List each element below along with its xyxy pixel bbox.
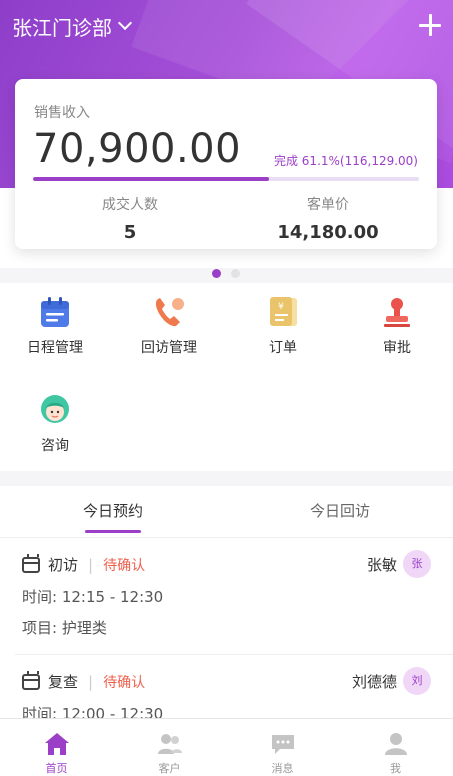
menu-item-label: 订单	[269, 340, 297, 356]
stat-deals: 成交人数 5	[35, 194, 225, 243]
nav-label: 我	[390, 762, 401, 775]
separator: |	[88, 672, 94, 691]
stat-value: 14,180.00	[277, 222, 379, 243]
status-badge: 待确认	[103, 557, 146, 574]
order-icon: ¥	[266, 295, 300, 329]
carousel-indicator	[212, 269, 240, 278]
phone-icon	[152, 295, 186, 329]
avatar: 张	[403, 550, 431, 578]
appointment-header: 复查 | 待确认	[22, 670, 146, 692]
sales-label: 销售收入	[34, 105, 90, 121]
carousel-dot[interactable]	[212, 269, 221, 278]
nav-messages[interactable]: 消息	[226, 732, 339, 776]
chevron-down-icon	[117, 15, 133, 31]
profile-icon	[383, 732, 409, 756]
appointment-panel: 今日预约 今日回访 初访 | 待确认 张敏 张 时间: 12:15 - 12:3…	[0, 486, 453, 718]
calendar-icon	[38, 295, 72, 329]
add-icon[interactable]	[419, 14, 441, 36]
home-icon	[44, 732, 70, 756]
bottom-nav: 首页 客户 消息 我	[0, 718, 453, 776]
tab-today-appointments[interactable]: 今日预约	[0, 500, 226, 533]
consultant-icon	[38, 393, 72, 427]
menu-item-label: 日程管理	[27, 340, 83, 356]
avatar: 刘	[403, 667, 431, 695]
tab-underline	[85, 530, 141, 533]
stat-label: 客单价	[307, 197, 349, 213]
message-icon	[270, 732, 296, 756]
svg-text:¥: ¥	[278, 302, 284, 312]
separator: |	[88, 555, 94, 574]
menu-item-label: 咨询	[41, 438, 69, 454]
feature-menu: 日程管理 回访管理 ¥ 订单 审批 咨询	[0, 283, 453, 471]
calendar-icon	[22, 670, 40, 690]
clinic-selector[interactable]: 张江门诊部	[12, 10, 133, 42]
sales-amount: 70,900.00	[33, 126, 242, 172]
nav-label: 首页	[45, 762, 68, 775]
status-badge: 待确认	[103, 674, 146, 691]
appointment-type: 复查	[48, 673, 79, 691]
nav-label: 客户	[158, 762, 181, 775]
sales-progress-fill	[33, 177, 269, 181]
nav-profile[interactable]: 我	[339, 732, 452, 776]
menu-item-followup[interactable]: 回访管理	[114, 295, 224, 357]
menu-item-label: 回访管理	[141, 340, 197, 356]
appointment-project: 项目: 护理类	[22, 619, 107, 637]
clinic-name: 张江门诊部	[12, 15, 112, 40]
nav-label: 消息	[271, 762, 294, 775]
tab-bar: 今日预约 今日回访	[0, 486, 453, 538]
tab-label: 今日预约	[82, 502, 143, 520]
appointment-time: 时间: 12:00 - 12:30	[22, 705, 164, 718]
stamp-icon	[380, 295, 414, 329]
stat-value: 5	[123, 222, 137, 243]
menu-item-schedule[interactable]: 日程管理	[0, 295, 110, 357]
menu-item-consult[interactable]: 咨询	[0, 393, 110, 455]
appointment-header: 初访 | 待确认	[22, 553, 146, 575]
menu-item-approval[interactable]: 审批	[342, 295, 452, 357]
calendar-icon	[22, 553, 40, 573]
sales-progress-bar	[33, 177, 419, 181]
stat-avg-price: 客单价 14,180.00	[233, 194, 423, 243]
customer-name: 张敏	[366, 556, 397, 574]
customer-name: 刘德德	[351, 673, 397, 691]
sales-card[interactable]: 销售收入 70,900.00 完成 61.1%(116,129.00) 成交人数…	[15, 79, 437, 249]
menu-item-label: 审批	[383, 340, 411, 356]
tab-label: 今日回访	[309, 502, 370, 520]
tab-today-followups[interactable]: 今日回访	[227, 500, 453, 521]
appointment-time: 时间: 12:15 - 12:30	[22, 588, 164, 606]
nav-customers[interactable]: 客户	[113, 732, 226, 776]
appointment-type: 初访	[48, 556, 79, 574]
completion-text: 完成 61.1%(116,129.00)	[273, 154, 418, 168]
nav-home[interactable]: 首页	[0, 732, 113, 776]
divider	[15, 654, 453, 655]
stat-label: 成交人数	[102, 197, 158, 213]
menu-item-order[interactable]: ¥ 订单	[228, 295, 338, 357]
carousel-dot[interactable]	[231, 269, 240, 278]
customers-icon	[157, 732, 183, 756]
